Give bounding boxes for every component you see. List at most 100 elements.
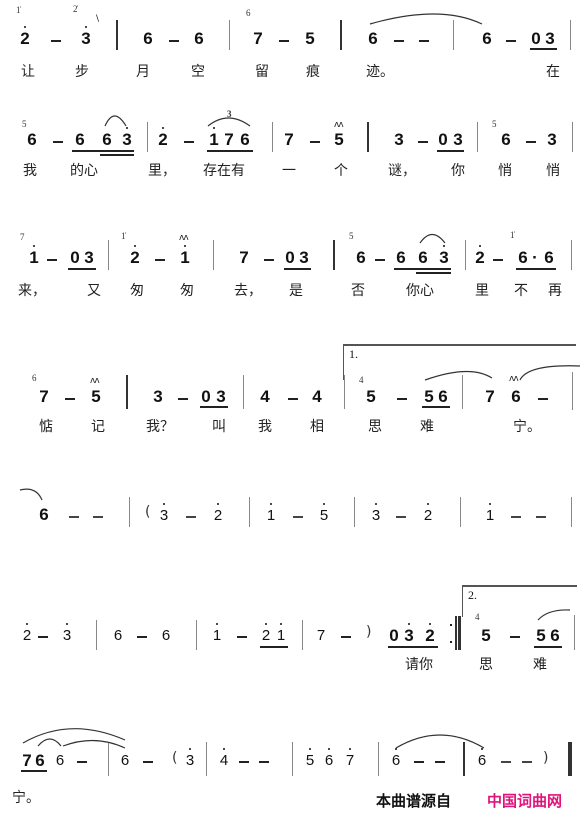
tie-arc <box>37 738 62 747</box>
lyric: 的心 <box>70 163 98 179</box>
note: 6 <box>120 752 130 769</box>
note: 1 <box>209 127 219 149</box>
barline <box>453 20 454 50</box>
barline <box>571 497 572 527</box>
note: 1 <box>485 503 495 524</box>
note: 6 <box>396 248 406 267</box>
barline <box>571 240 572 270</box>
dash <box>310 141 320 143</box>
note: 2 <box>423 503 433 524</box>
note: 7 <box>224 130 234 149</box>
barline <box>108 742 109 776</box>
underline-beam <box>388 646 438 648</box>
dash <box>93 516 103 518</box>
lyric: 来， <box>18 283 46 299</box>
underline-beam <box>516 268 556 270</box>
barline <box>333 240 335 270</box>
lyric: 让 <box>21 64 35 80</box>
lyric: 请你 <box>405 657 433 673</box>
paren-open: ( <box>145 504 151 520</box>
dash <box>506 40 516 42</box>
lyric: 我？ <box>146 419 174 435</box>
dash <box>418 141 428 143</box>
lyric: 思 <box>368 419 382 435</box>
dash <box>493 259 503 261</box>
dash <box>414 761 424 763</box>
barline <box>367 122 369 152</box>
barline <box>460 497 461 527</box>
underline-beam <box>260 646 288 648</box>
note: 4 <box>219 748 229 769</box>
barline <box>96 620 97 650</box>
note: 6 <box>368 29 378 48</box>
note: 6 <box>75 130 85 149</box>
dash <box>259 761 269 763</box>
note: 0 <box>389 626 399 645</box>
lyric: 又 <box>87 283 101 299</box>
note: 6 <box>27 130 37 149</box>
dash <box>293 516 303 518</box>
lyric: 去， <box>234 283 262 299</box>
underline-beam <box>207 150 253 152</box>
barline <box>463 742 465 776</box>
footer-site-link[interactable]: 中国词曲网 <box>487 790 562 811</box>
dash <box>264 259 274 261</box>
barline <box>272 122 273 152</box>
note: 0 <box>438 130 448 149</box>
note: 3 <box>81 26 91 48</box>
dash <box>510 636 520 638</box>
dash <box>69 516 79 518</box>
note: 6 <box>391 748 401 769</box>
volta-1-bracket: 1. <box>343 344 576 380</box>
dash <box>538 398 548 400</box>
barline <box>570 20 571 50</box>
lyric: 不 <box>514 283 528 299</box>
dash <box>47 259 57 261</box>
note: 2 <box>130 245 140 267</box>
grace-note: 1̇ <box>510 230 515 240</box>
lyric: 难 <box>420 419 434 435</box>
note: 3 <box>545 29 555 48</box>
tie-arc <box>419 233 446 244</box>
lyric: 惦 <box>39 419 53 435</box>
note: 6 <box>544 248 554 267</box>
barline <box>147 122 148 152</box>
lyric: 我 <box>23 163 37 179</box>
note: 6 <box>113 627 123 644</box>
grace-note: 5 <box>492 119 497 129</box>
repeat-dot <box>450 641 452 643</box>
dash <box>65 398 75 400</box>
lyric: 我 <box>258 419 272 435</box>
note: 6 <box>438 387 448 406</box>
lyric: 月 <box>136 64 150 80</box>
final-barline <box>568 742 572 776</box>
barline <box>465 240 466 270</box>
grace-note: 6 <box>246 8 251 18</box>
note: 1 <box>29 245 39 267</box>
dash <box>511 516 521 518</box>
dash <box>178 398 188 400</box>
barline <box>354 497 355 527</box>
barline <box>249 497 250 527</box>
note: 2 <box>475 245 485 267</box>
note: · <box>532 248 538 267</box>
barline <box>572 122 573 152</box>
repeat-barline-thin <box>455 616 457 650</box>
repeat-dot <box>450 624 452 626</box>
underline-beam <box>72 150 134 152</box>
barline <box>462 375 463 409</box>
note: 0 <box>531 29 541 48</box>
grace-note: 4 <box>475 612 480 622</box>
note: 7 <box>239 248 249 267</box>
barline <box>126 375 128 409</box>
barline <box>302 620 303 650</box>
lyric: 再 <box>548 283 562 299</box>
note: 4 <box>260 387 270 406</box>
dash <box>143 761 153 763</box>
note: 3 <box>185 748 195 769</box>
lyric: 存在有 <box>203 163 245 179</box>
note: 3 <box>439 245 449 267</box>
breath-mark-icon: \ <box>96 14 99 24</box>
note: 7 <box>22 751 32 770</box>
barline <box>229 20 230 50</box>
